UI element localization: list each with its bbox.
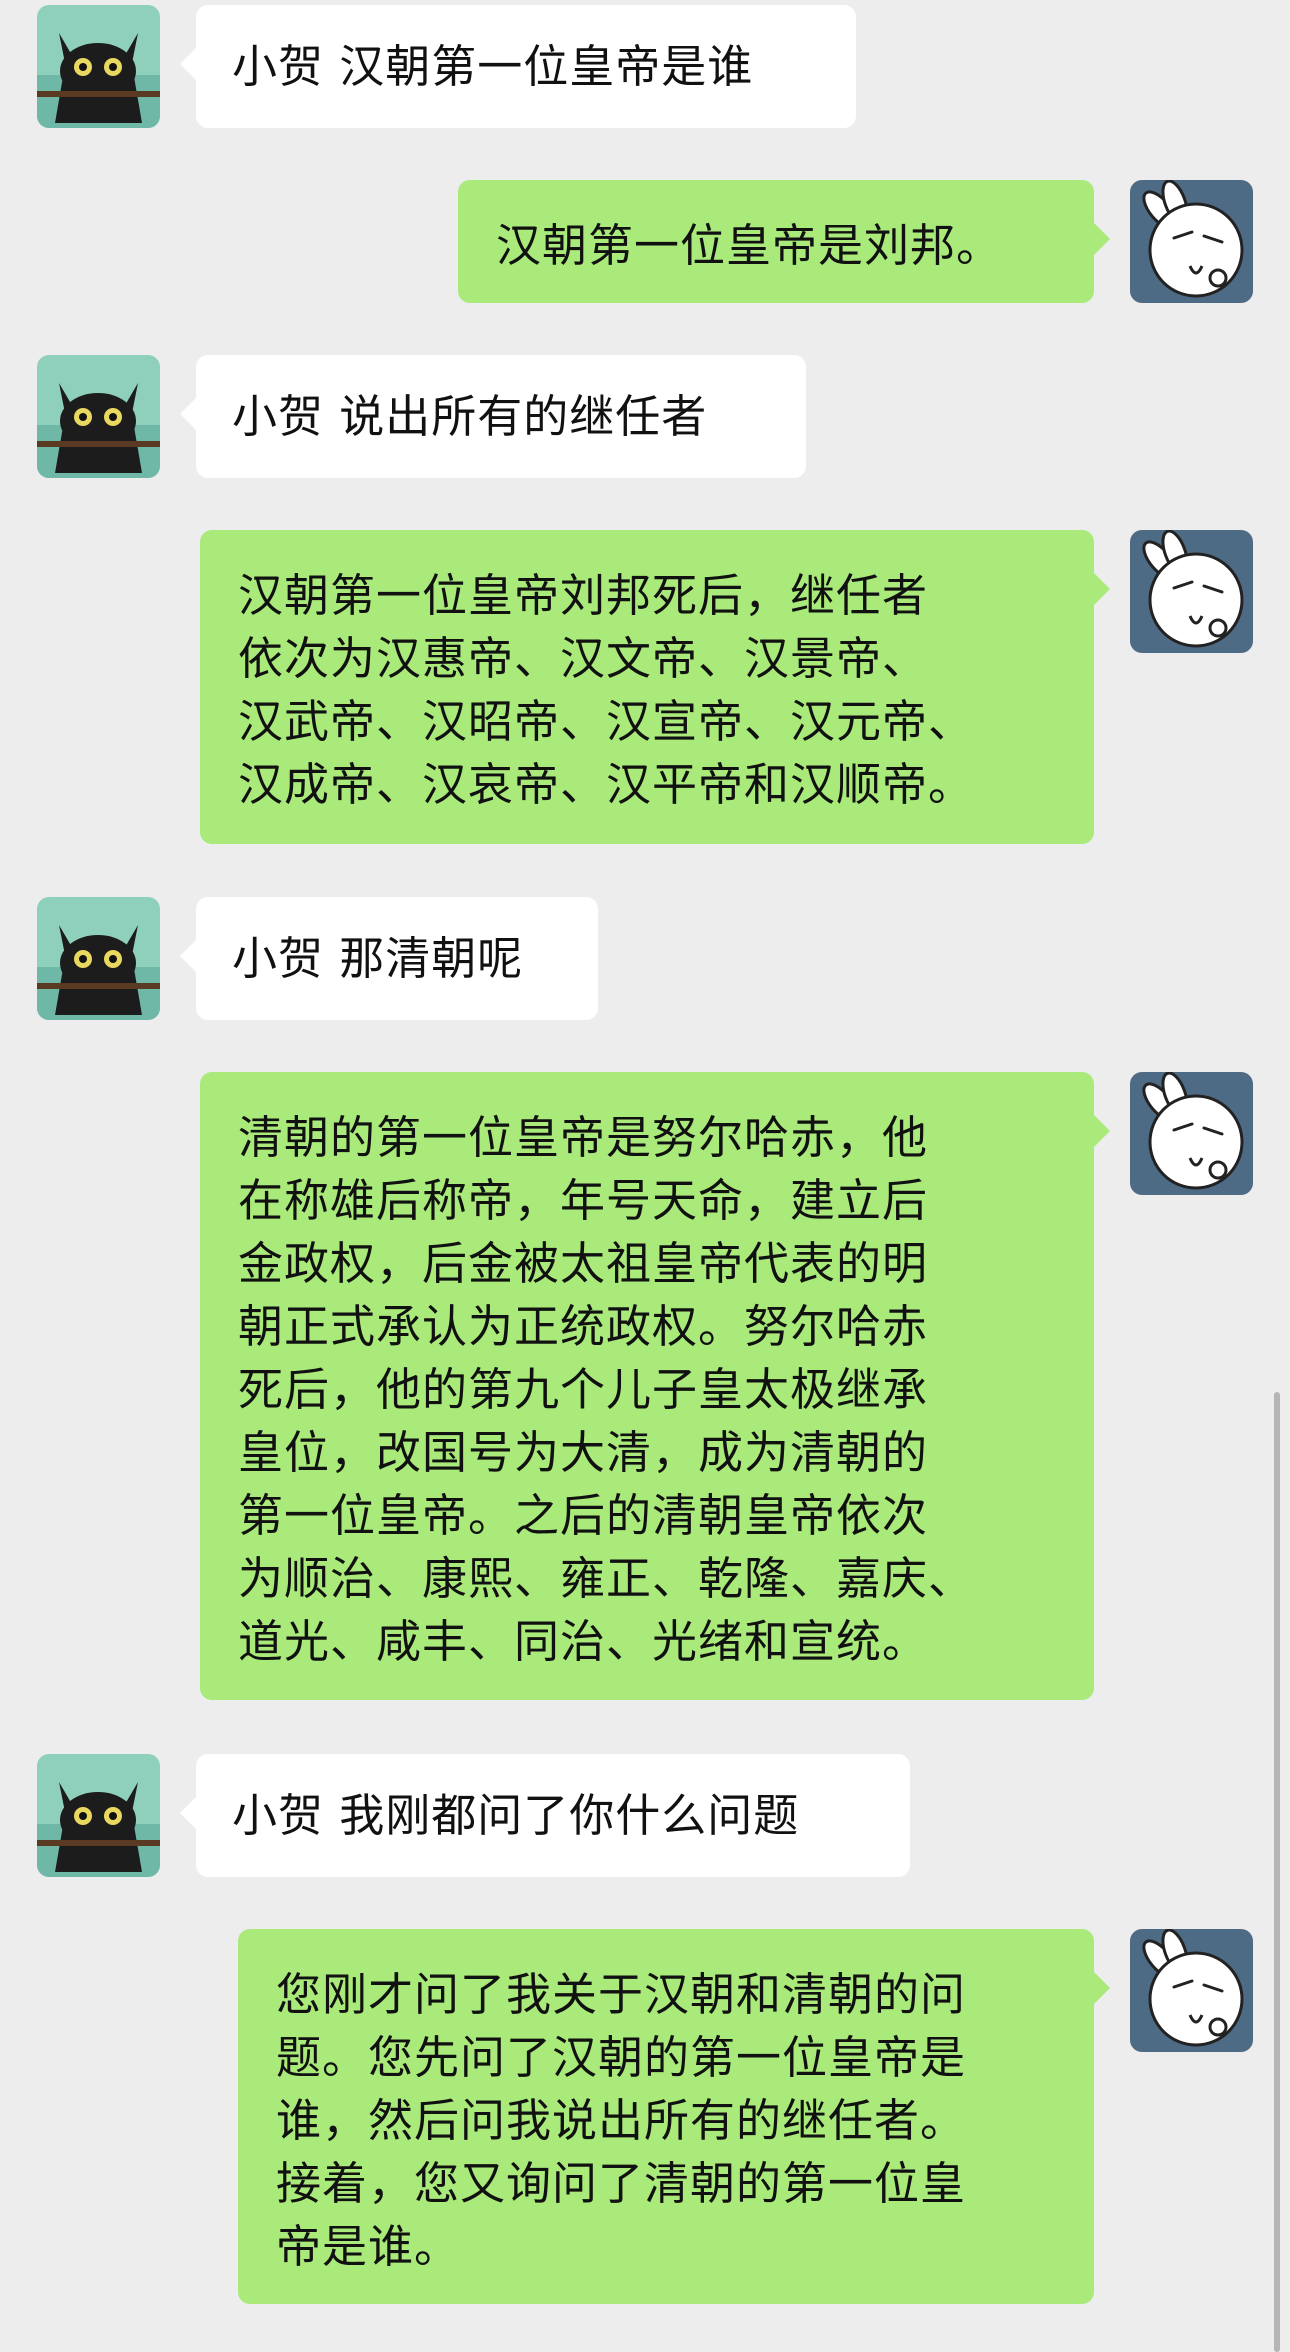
incoming-message-bubble[interactable]: 小贺 说出所有的继任者 [180, 355, 806, 478]
rabbit-face-avatar-icon [1130, 1072, 1253, 1195]
user-avatar[interactable] [37, 1754, 160, 1877]
rabbit-face-avatar-icon [1130, 1929, 1253, 2052]
black-cat-avatar-icon [37, 897, 160, 1020]
bot-avatar[interactable] [1130, 530, 1253, 653]
black-cat-avatar-icon [37, 5, 160, 128]
user-avatar[interactable] [37, 897, 160, 1020]
outgoing-message-bubble[interactable]: 您刚才问了我关于汉朝和清朝的问 题。您先问了汉朝的第一位皇帝是 谁，然后问我说出… [238, 1929, 1110, 2304]
black-cat-avatar-icon [37, 1754, 160, 1877]
black-cat-avatar-icon [37, 355, 160, 478]
rabbit-face-avatar-icon [1130, 530, 1253, 653]
user-avatar[interactable] [37, 5, 160, 128]
user-avatar[interactable] [37, 355, 160, 478]
bot-avatar[interactable] [1130, 1929, 1253, 2052]
outgoing-message-bubble[interactable]: 汉朝第一位皇帝刘邦死后，继任者 依次为汉惠帝、汉文帝、汉景帝、 汉武帝、汉昭帝、… [200, 530, 1110, 844]
scrollbar[interactable] [1274, 1392, 1280, 2352]
incoming-message-bubble[interactable]: 小贺 那清朝呢 [180, 897, 598, 1020]
bot-avatar[interactable] [1130, 180, 1253, 303]
bot-avatar[interactable] [1130, 1072, 1253, 1195]
outgoing-message-bubble[interactable]: 汉朝第一位皇帝是刘邦。 [458, 180, 1110, 303]
incoming-message-bubble[interactable]: 小贺 汉朝第一位皇帝是谁 [180, 5, 856, 128]
incoming-message-bubble[interactable]: 小贺 我刚都问了你什么问题 [180, 1754, 910, 1877]
outgoing-message-bubble[interactable]: 清朝的第一位皇帝是努尔哈赤，他 在称雄后称帝，年号天命，建立后 金政权，后金被太… [200, 1072, 1110, 1700]
rabbit-face-avatar-icon [1130, 180, 1253, 303]
